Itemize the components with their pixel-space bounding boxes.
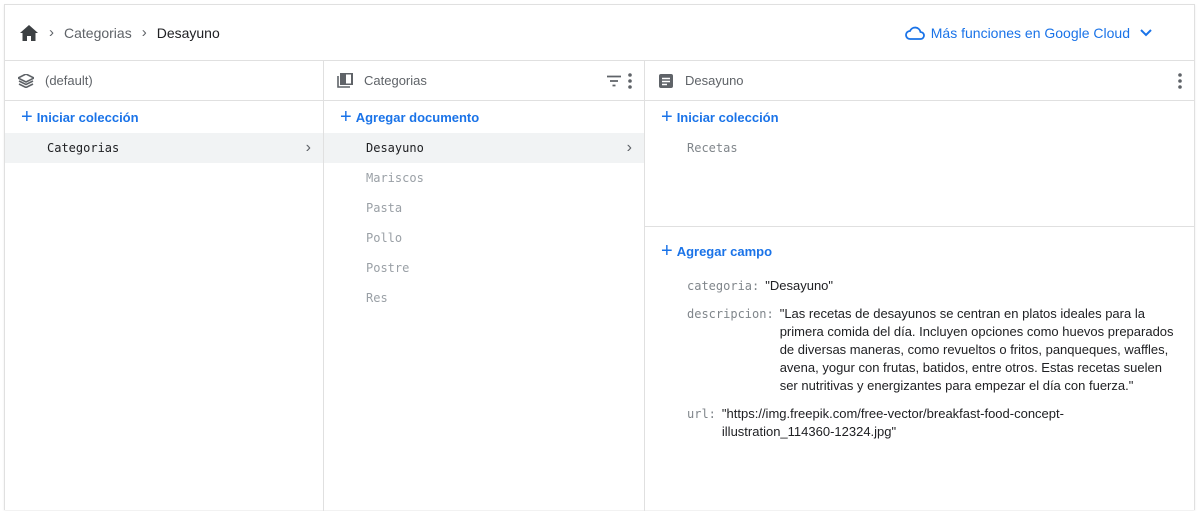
root-column: (default) + Iniciar colección Categorias… — [5, 61, 324, 511]
field-value: Desayuno — [765, 277, 833, 295]
list-item-res[interactable]: Res — [324, 283, 644, 313]
filter-icon[interactable] — [606, 75, 622, 87]
field-key: categoria: — [687, 279, 760, 293]
cloud-icon — [904, 26, 925, 40]
list-item-label: Res — [366, 291, 388, 305]
list-item-label: Desayuno — [366, 141, 424, 155]
start-subcollection-button[interactable]: + Iniciar colección — [645, 101, 1194, 133]
add-field-label: Agregar campo — [676, 243, 773, 259]
google-cloud-menu-button[interactable]: Más funciones en Google Cloud — [904, 24, 1194, 41]
subcollection-item-recetas[interactable]: Recetas — [645, 133, 1194, 163]
document-column: Desayuno + Iniciar colección Recetas + A… — [645, 61, 1194, 511]
field-row-descripcion[interactable]: descripcion: Las recetas de desayunos se… — [687, 305, 1174, 395]
start-subcollection-label: Iniciar colección — [676, 109, 779, 125]
start-collection-button[interactable]: + Iniciar colección — [5, 101, 323, 133]
list-item-postre[interactable]: Postre — [324, 253, 644, 283]
field-key: descripcion: — [687, 307, 774, 321]
google-cloud-label: Más funciones en Google Cloud — [930, 24, 1130, 41]
collection-column-header: Categorias — [324, 61, 644, 101]
chevron-right-icon: › — [49, 24, 54, 41]
field-row-url[interactable]: url: https://img.freepik.com/free-vector… — [687, 405, 1174, 441]
list-item-label: Postre — [366, 261, 410, 275]
list-item-pollo[interactable]: Pollo — [324, 223, 644, 253]
collection-column-title: Categorias — [364, 73, 427, 88]
root-column-title: (default) — [45, 73, 93, 88]
plus-icon: + — [21, 106, 33, 128]
collection-column: Categorias + Agregar documento Desayuno … — [324, 61, 645, 511]
field-value: Las recetas de desayunos se centran en p… — [780, 305, 1174, 395]
home-icon[interactable] — [19, 23, 39, 43]
field-value: https://img.freepik.com/free-vector/brea… — [722, 405, 1174, 441]
root-column-header: (default) — [5, 61, 323, 101]
list-item-label: Pasta — [366, 201, 403, 215]
add-document-button[interactable]: + Agregar documento — [324, 101, 644, 133]
list-item-pasta[interactable]: Pasta — [324, 193, 644, 223]
add-field-button[interactable]: + Agregar campo — [645, 235, 1194, 267]
breadcrumb-item-categorias[interactable]: Categorias — [64, 25, 132, 41]
list-item-desayuno[interactable]: Desayuno › — [324, 133, 644, 163]
document-icon — [657, 72, 675, 90]
document-column-title: Desayuno — [685, 73, 744, 88]
collection-icon — [336, 72, 354, 90]
breadcrumb-bar: › Categorias › Desayuno Más funciones en… — [5, 5, 1194, 61]
list-item-label: Mariscos — [366, 171, 424, 185]
list-item-label: Categorias — [47, 141, 120, 155]
field-row-categoria[interactable]: categoria: Desayuno — [687, 277, 1174, 295]
more-vert-icon[interactable] — [628, 72, 632, 89]
plus-icon: + — [661, 240, 673, 262]
more-vert-icon[interactable] — [1178, 72, 1182, 89]
subcollection-label: Recetas — [687, 141, 738, 155]
list-item-label: Pollo — [366, 231, 403, 245]
breadcrumb-item-desayuno[interactable]: Desayuno — [157, 25, 220, 41]
firestore-data-viewer: › Categorias › Desayuno Más funciones en… — [4, 4, 1195, 511]
add-document-label: Agregar documento — [355, 109, 480, 125]
subcollections-section: + Iniciar colección Recetas — [645, 101, 1194, 227]
list-item-mariscos[interactable]: Mariscos — [324, 163, 644, 193]
field-key: url: — [687, 407, 716, 421]
plus-icon: + — [340, 106, 352, 128]
start-collection-label: Iniciar colección — [36, 109, 139, 125]
list-item-categorias[interactable]: Categorias › — [5, 133, 323, 163]
chevron-down-icon — [1140, 28, 1152, 36]
chevron-right-icon: › — [141, 24, 147, 41]
database-icon — [17, 72, 35, 90]
chevron-right-icon: › — [626, 139, 632, 156]
plus-icon: + — [661, 106, 673, 128]
document-column-header: Desayuno — [645, 61, 1194, 101]
document-fields: categoria: Desayuno descripcion: Las rec… — [645, 277, 1194, 441]
chevron-right-icon: › — [305, 139, 311, 156]
